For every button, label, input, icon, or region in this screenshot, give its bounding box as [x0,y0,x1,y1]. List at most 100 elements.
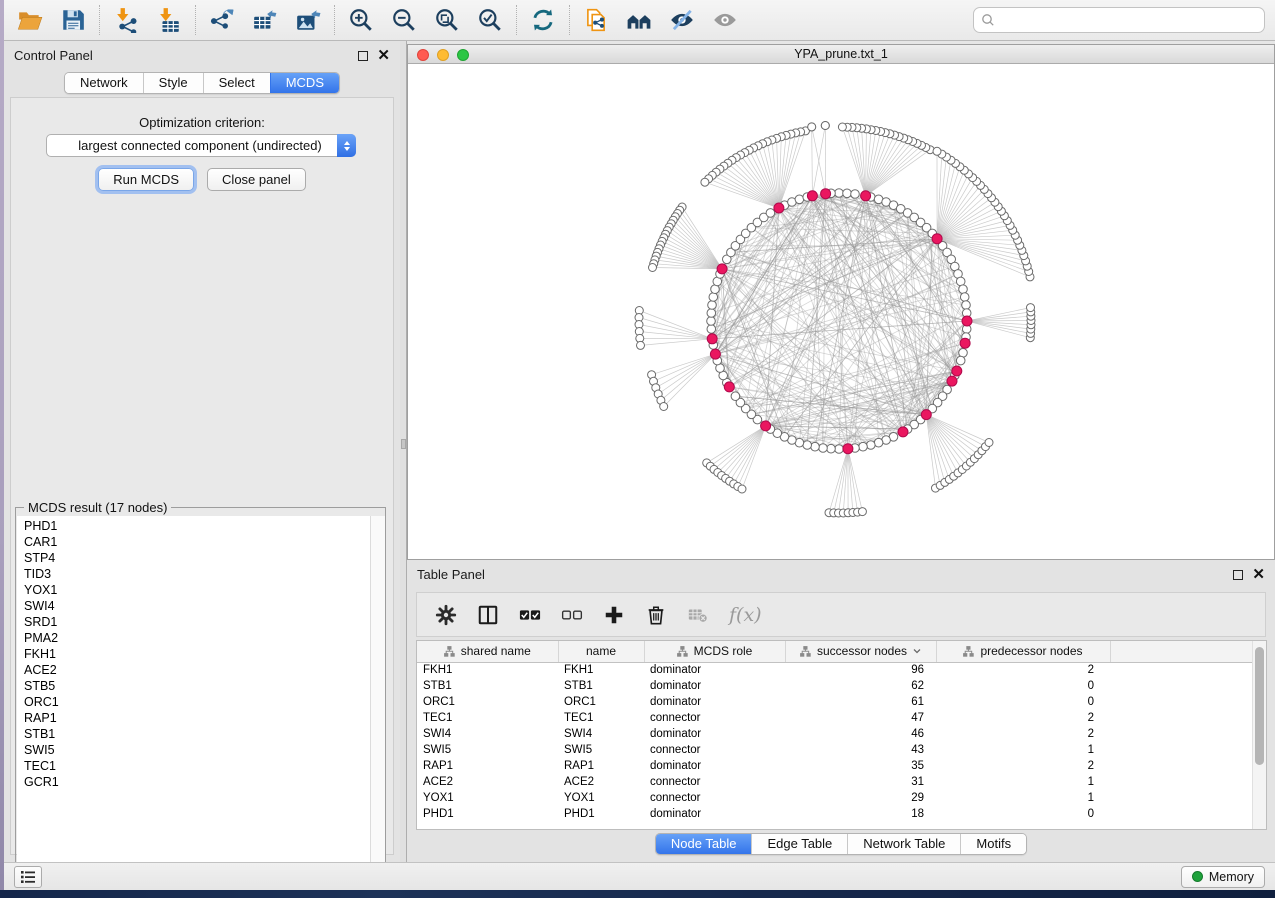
network-node[interactable] [795,195,804,204]
network-node[interactable] [808,123,816,131]
mcds-dominator-node[interactable] [861,191,871,201]
table-tab-edge-table[interactable]: Edge Table [751,834,847,854]
network-node[interactable] [858,508,866,516]
network-node[interactable] [838,123,846,131]
mcds-result-item[interactable]: GCR1 [17,774,370,790]
table-mode-gear-icon[interactable] [435,604,457,626]
table-row[interactable]: ORC1ORC1dominator610 [417,694,1252,710]
mcds-dominator-node[interactable] [960,338,970,348]
mcds-result-item[interactable]: PHD1 [17,518,370,534]
close-table-panel-icon[interactable]: ✕ [1252,570,1265,580]
float-panel-icon[interactable] [358,51,368,61]
mcds-dominator-node[interactable] [774,203,784,213]
network-node[interactable] [811,442,820,451]
mcds-dominator-node[interactable] [761,421,771,431]
network-node[interactable] [707,309,716,318]
network-node[interactable] [956,356,965,365]
network-node[interactable] [649,264,657,272]
duplicate-network-icon[interactable] [583,7,609,33]
column-header-MCDS-role[interactable]: MCDS role [644,641,785,662]
export-table-icon[interactable] [252,7,278,33]
table-scrollbar-thumb[interactable] [1255,647,1264,765]
network-node[interactable] [933,147,941,155]
create-column-plus-icon[interactable] [603,604,625,626]
network-node[interactable] [803,441,812,450]
network-node[interactable] [874,438,883,447]
column-header-predecessor-nodes[interactable]: predecessor nodes [936,641,1110,662]
table-tab-motifs[interactable]: Motifs [960,834,1026,854]
hide-selected-icon[interactable] [669,7,695,33]
mcds-dominator-node[interactable] [947,376,957,386]
mcds-result-item[interactable]: ORC1 [17,694,370,710]
import-table-icon[interactable] [156,7,182,33]
network-node[interactable] [843,189,852,198]
search-input[interactable] [999,10,1264,30]
table-row[interactable]: RAP1RAP1dominator352 [417,758,1252,774]
mcds-result-item[interactable]: ACE2 [17,662,370,678]
table-tab-network-table[interactable]: Network Table [847,834,960,854]
search-box[interactable] [973,7,1265,33]
mcds-result-item[interactable]: FKH1 [17,646,370,662]
network-node[interactable] [956,277,965,286]
import-network-icon[interactable] [113,7,139,33]
zoom-fit-icon[interactable] [434,7,460,33]
window-zoom-icon[interactable] [457,49,469,61]
mcds-result-item[interactable]: TEC1 [17,758,370,774]
network-node[interactable] [827,444,836,453]
table-row[interactable]: ACE2ACE2connector311 [417,774,1252,790]
mcds-result-item[interactable]: STP4 [17,550,370,566]
open-file-icon[interactable] [17,7,43,33]
network-node[interactable] [731,392,740,401]
network-node[interactable] [835,445,844,454]
mcds-dominator-node[interactable] [932,234,942,244]
delete-column-trash-icon[interactable] [645,604,667,626]
network-node[interactable] [962,301,971,310]
sort-chevron-icon[interactable] [913,647,921,655]
mcds-dominator-node[interactable] [962,316,972,326]
mcds-result-item[interactable]: YOX1 [17,582,370,598]
mcds-result-item[interactable]: STB1 [17,726,370,742]
export-image-icon[interactable] [295,7,321,33]
table-row[interactable]: FKH1FKH1dominator962 [417,662,1252,678]
table-row[interactable]: TEC1TEC1connector472 [417,710,1252,726]
mcds-dominator-node[interactable] [952,366,962,376]
network-node[interactable] [959,285,968,294]
mcds-result-item[interactable]: TID3 [17,566,370,582]
network-node[interactable] [660,403,668,411]
network-node[interactable] [867,441,876,450]
network-node[interactable] [959,349,968,358]
network-node[interactable] [701,178,709,186]
optimization-criterion-select[interactable]: largest connected component (undirected) [46,134,356,157]
tab-select[interactable]: Select [203,73,270,93]
network-node[interactable] [766,209,775,218]
mcds-dominator-node[interactable] [707,334,717,344]
network-node[interactable] [819,444,828,453]
refresh-view-icon[interactable] [530,7,556,33]
table-row[interactable]: SWI5SWI5connector431 [417,742,1252,758]
network-node[interactable] [707,325,716,334]
close-panel-icon[interactable]: ✕ [377,51,390,61]
mcds-dominator-node[interactable] [843,444,853,454]
network-node[interactable] [738,485,746,493]
network-node[interactable] [1027,304,1035,312]
mcds-result-listbox[interactable]: PHD1CAR1STP4TID3YOX1SWI4SRD1PMA2FKH1ACE2… [17,516,385,878]
zoom-in-icon[interactable] [348,7,374,33]
show-hide-columns-icon[interactable] [477,604,499,626]
mcds-dominator-node[interactable] [898,427,908,437]
table-row[interactable]: YOX1YOX1connector291 [417,790,1252,806]
table-row[interactable]: SWI4SWI4dominator462 [417,726,1252,742]
table-scrollbar[interactable] [1252,641,1266,829]
tab-style[interactable]: Style [143,73,203,93]
network-node[interactable] [851,190,860,199]
panel-splitter[interactable] [400,41,407,862]
table-tab-node-table[interactable]: Node Table [656,834,752,854]
network-node[interactable] [708,301,717,310]
select-all-checkbox-icon[interactable] [519,604,541,626]
column-header-successor-nodes[interactable]: successor nodes [785,641,936,662]
tab-mcds[interactable]: MCDS [270,73,339,93]
zoom-selected-icon[interactable] [477,7,503,33]
window-close-icon[interactable] [417,49,429,61]
deselect-all-checkbox-icon[interactable] [561,604,583,626]
memory-button[interactable]: Memory [1181,866,1265,888]
mcds-dominator-node[interactable] [807,191,817,201]
